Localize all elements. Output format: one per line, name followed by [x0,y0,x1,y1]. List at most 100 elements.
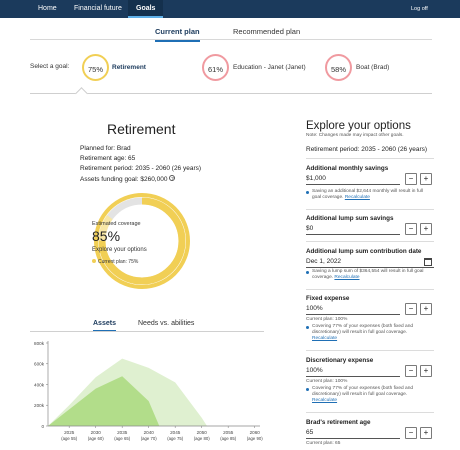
explore-options-label: Explore your options [92,247,147,253]
y-tick-label: 0 [41,424,44,429]
x-tick-label: 2050 [197,430,208,435]
discretionary-expense-current: Current plan: 100% [306,379,348,384]
fixed-expense-input[interactable]: 100% [306,304,400,315]
x-tick-label: 2040 [144,430,155,435]
goal-label-boat[interactable]: Boat (Brad) [356,64,389,71]
nav-goals[interactable]: Goals [128,0,164,18]
discretionary-expense-decrement-button[interactable]: − [405,365,417,377]
select-goal-label: Select a goal: [30,63,70,70]
hint-text: Saving a lump sum of $364,554 will resul… [312,269,424,281]
assets-chart: 800k 600k 400k 200k 0 2025(age 55) 2030(age 60… [34,341,264,441]
y-tick-label: 600k [34,362,45,367]
goal-label-retirement[interactable]: Retirement [112,64,146,71]
discretionary-expense-input[interactable]: 100% [306,366,400,377]
top-nav: Home Financial future Goals Log off [0,0,460,18]
x-tick-age-label: (age 75) [167,436,184,441]
chart-tabs-divider [30,331,264,332]
assets-funding-goal: Assets funding goal: $260,000 [80,176,168,183]
estimated-coverage-label: Estimated coverage [92,221,141,227]
assets-funding-row: Assets funding goal: $260,000? [80,175,176,183]
monthly-savings-input[interactable]: $1,000 [306,174,400,185]
help-icon[interactable]: ? [169,175,176,181]
nav-financial-future[interactable]: Financial future [66,0,130,18]
x-tick-label: 2060 [250,430,261,435]
monthly-savings-hint: Saving an additional $2,644 monthly will… [306,189,426,201]
x-tick-label: 2055 [223,430,234,435]
x-tick-age-label: (age 80) [194,436,211,441]
section-divider [306,209,434,210]
retirement-age-increment-button[interactable]: + [420,427,432,439]
retirement-age-input[interactable]: 65 [306,428,400,439]
section-divider [306,412,434,413]
lump-date-input[interactable]: Dec 1, 2022 [306,257,434,268]
goals-divider [30,93,432,94]
section-divider [306,158,434,159]
hint-text: Covering 77% of your expenses (both fixe… [312,324,414,336]
goal-percent: 75% [87,65,103,74]
selected-goal-pointer [75,87,88,100]
nav-home[interactable]: Home [30,0,65,18]
calendar-icon[interactable] [424,258,432,266]
lump-sum-input[interactable]: $0 [306,224,400,235]
retirement-age-decrement-button[interactable]: − [405,427,417,439]
retirement-age-label: Brad's retirement age [306,419,371,426]
retirement-age: Retirement age: 65 [80,155,136,162]
fixed-expense-label: Fixed expense [306,295,350,302]
y-tick-label: 800k [34,341,45,346]
fixed-expense-increment-button[interactable]: + [420,303,432,315]
x-tick-age-label: (age 65) [114,436,131,441]
retirement-age-current: Current plan: 65 [306,441,341,446]
x-tick-age-label: (age 70) [141,436,158,441]
explore-note: Note: Changes made may impact other goal… [306,133,404,138]
goal-ring-retirement[interactable]: 75% [82,54,109,81]
recalculate-link[interactable]: Recalculate [312,398,337,403]
x-tick-label: 2035 [117,430,128,435]
x-tick-age-label: (age 90) [247,436,264,441]
discretionary-expense-hint: Covering 77% of your expenses (both fixe… [306,386,426,405]
discretionary-expense-label: Discretionary expense [306,357,374,364]
x-tick-age-label: (age 60) [88,436,105,441]
section-divider [306,350,434,351]
current-plan-legend: Current plan: 75% [92,259,192,265]
goal-ring-boat[interactable]: 58% [325,54,352,81]
section-divider [306,289,434,290]
explore-title: Explore your options [306,120,411,132]
lump-sum-increment-button[interactable]: + [420,223,432,235]
y-tick-label: 400k [34,382,45,387]
coverage-donut: Estimated coverage 85% Explore your opti… [92,191,192,291]
goal-percent: 58% [330,65,346,74]
lump-date-hint: Saving a lump sum of $364,554 will resul… [306,269,426,281]
current-plan-text: Current plan: 75% [98,259,139,265]
x-tick-label: 2025 [64,430,75,435]
goal-ring-education[interactable]: 61% [202,54,229,81]
monthly-savings-decrement-button[interactable]: − [405,173,417,185]
logoff-link[interactable]: Log off [403,0,436,18]
section-divider [306,241,434,242]
y-tick-label: 200k [34,403,45,408]
goal-title: Retirement [107,121,176,137]
recalculate-link[interactable]: Recalculate [345,195,370,200]
goal-percent: 61% [207,65,223,74]
fixed-expense-hint: Covering 77% of your expenses (both fixe… [306,324,426,343]
lump-sum-label: Additional lump sum savings [306,215,394,222]
recalculate-link[interactable]: Recalculate [312,336,337,341]
planned-for: Planned for: Brad [80,145,131,152]
estimated-coverage-percent: 85% [92,228,121,244]
discretionary-expense-increment-button[interactable]: + [420,365,432,377]
plan-tabs-divider [30,39,432,40]
goal-label-education[interactable]: Education - Janet (Janet) [233,64,306,71]
monthly-savings-increment-button[interactable]: + [420,173,432,185]
current-plan-dot [92,259,96,263]
x-tick-age-label: (age 55) [61,436,78,441]
tab-needs-vs-abilities[interactable]: Needs vs. abilities [138,320,194,330]
lump-date-label: Additional lump sum contribution date [306,248,422,255]
x-tick-label: 2045 [170,430,181,435]
monthly-savings-label: Additional monthly savings [306,165,389,172]
x-tick-age-label: (age 85) [220,436,237,441]
lump-sum-decrement-button[interactable]: − [405,223,417,235]
recalculate-link[interactable]: Recalculate [334,275,359,280]
fixed-expense-decrement-button[interactable]: − [405,303,417,315]
x-tick-label: 2030 [91,430,102,435]
retirement-period: Retirement period: 2035 - 2060 (26 years… [80,165,202,172]
hint-text: Covering 77% of your expenses (both fixe… [312,386,414,398]
